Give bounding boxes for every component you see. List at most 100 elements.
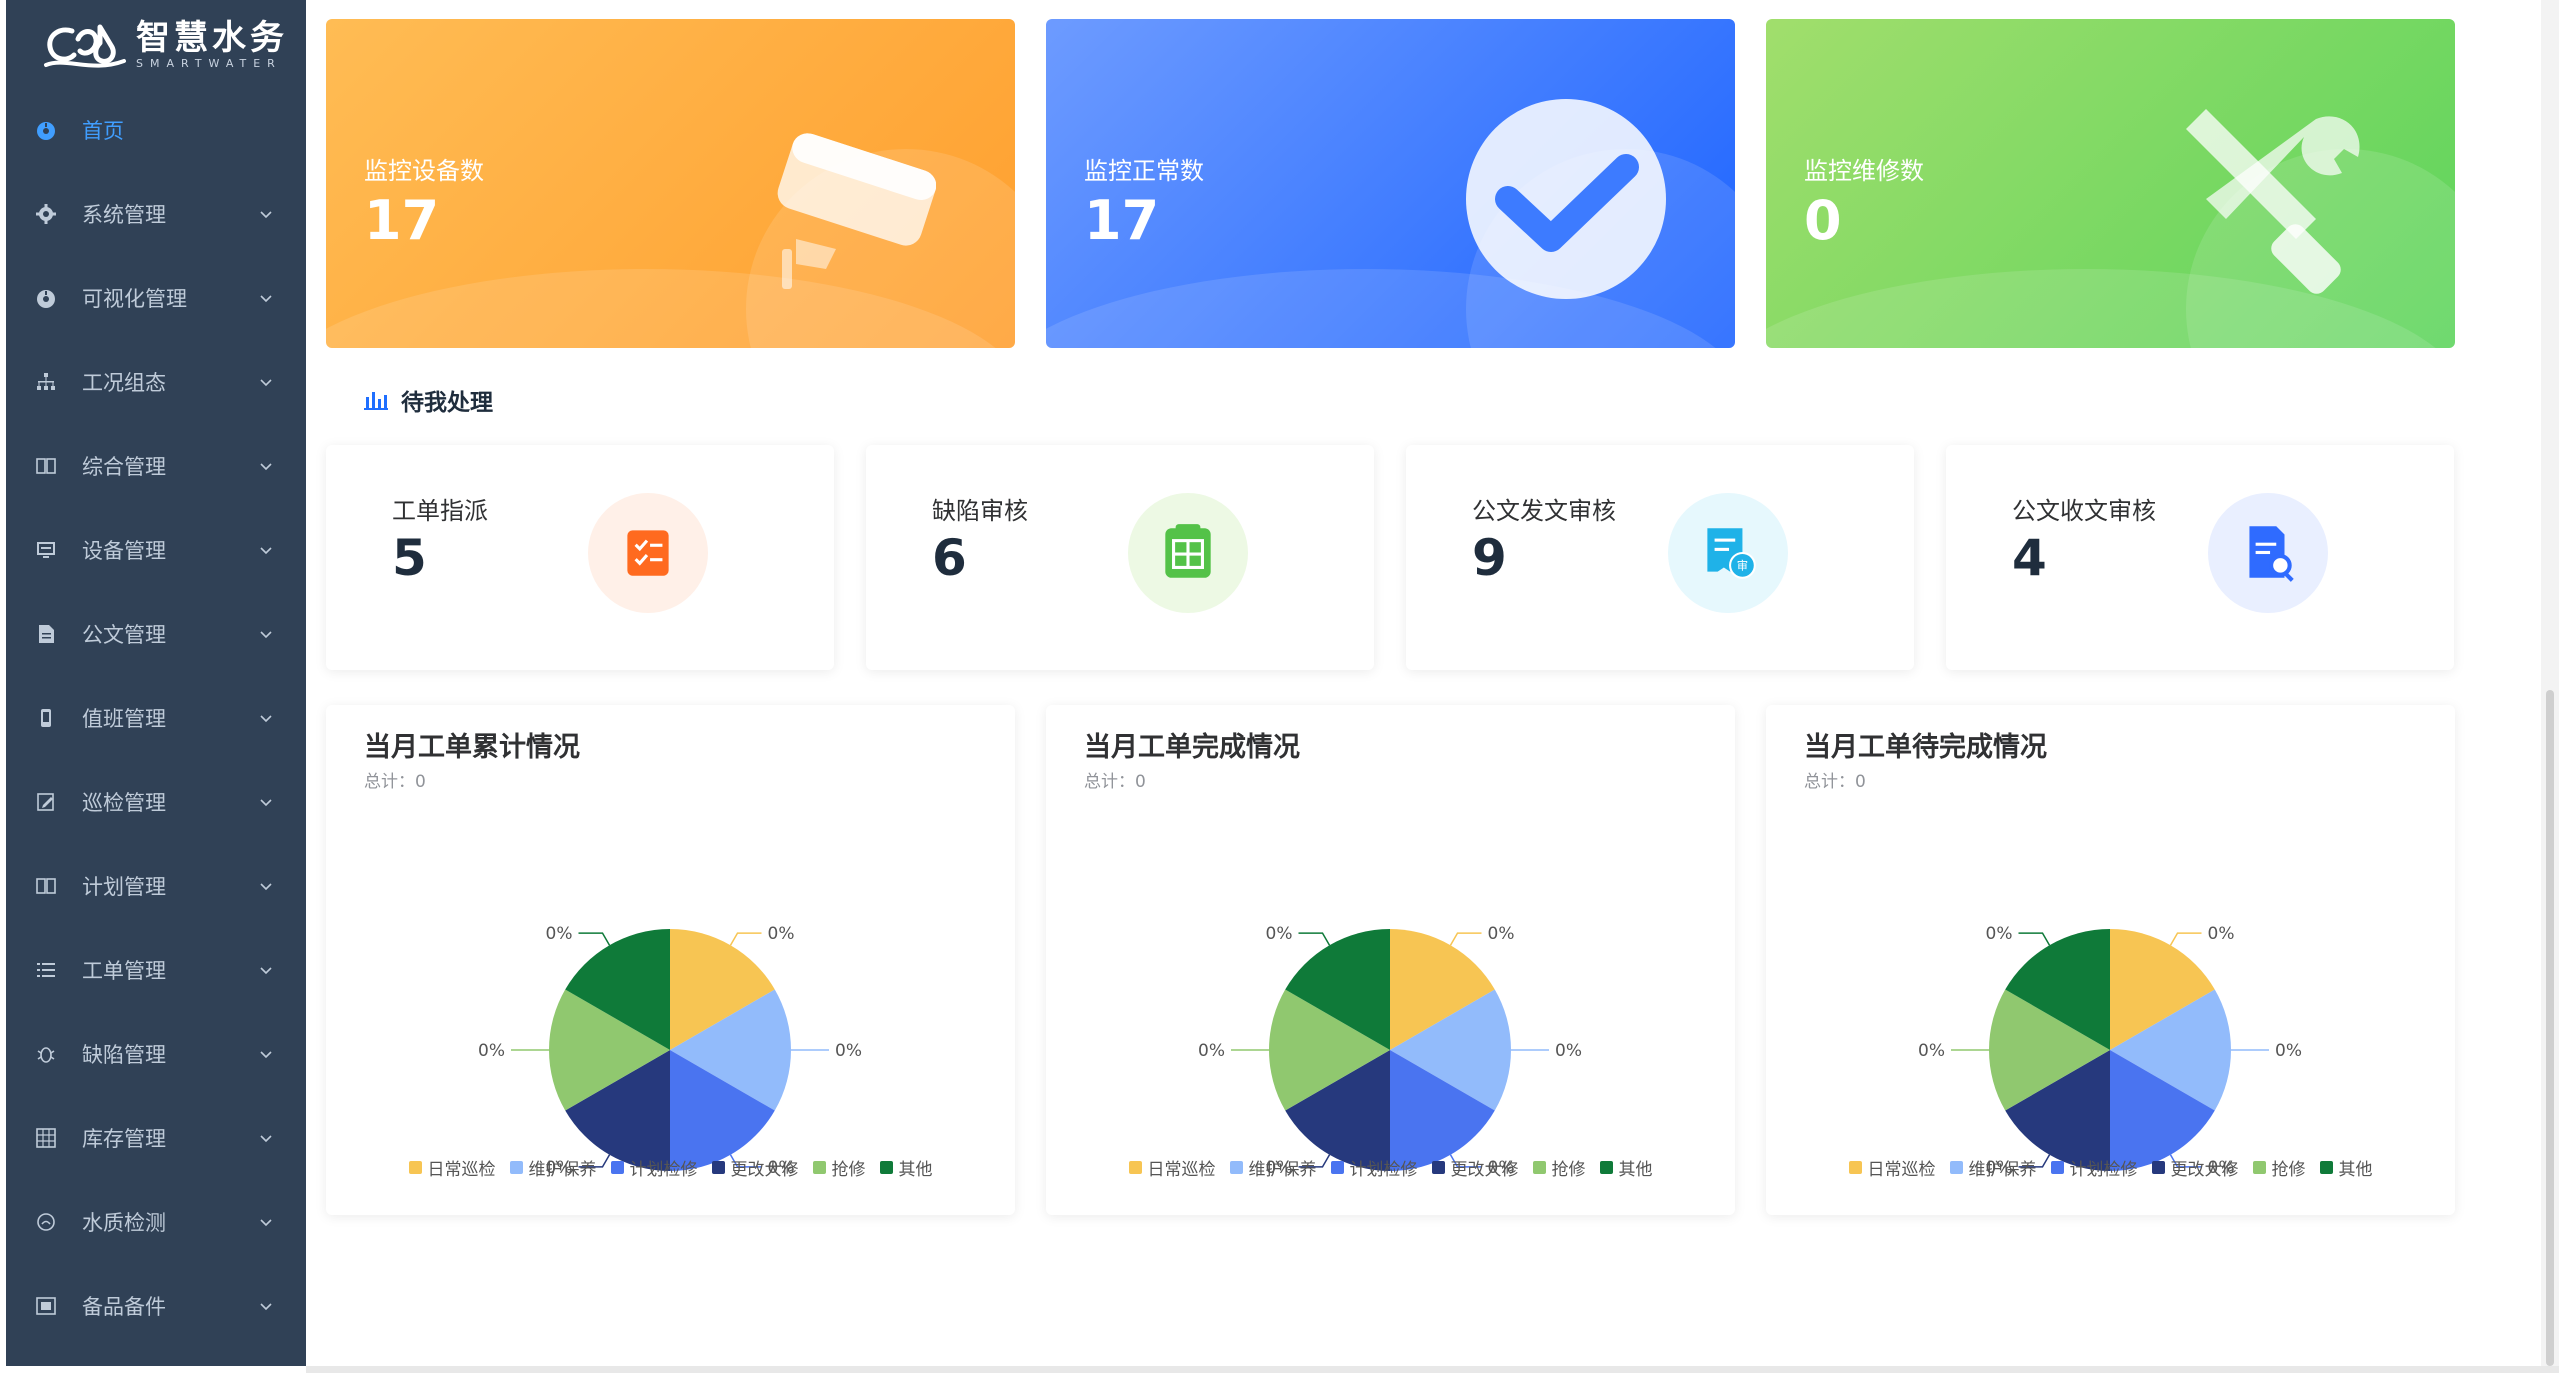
brand-name-en: SMARTWATER <box>136 57 282 70</box>
legend-swatch <box>610 1161 624 1174</box>
legend-item[interactable]: 其他 <box>1599 1155 1653 1180</box>
book-icon <box>34 874 58 898</box>
todo-card-1[interactable]: 缺陷审核 6 <box>866 445 1374 670</box>
legend-item[interactable]: 维护保养 <box>1949 1155 2037 1180</box>
sidebar-item-9[interactable]: 计划管理 <box>6 844 306 928</box>
audit-box-icon <box>1165 524 1211 578</box>
sidebar-item-2[interactable]: 可视化管理 <box>6 256 306 340</box>
legend-swatch <box>2319 1161 2333 1174</box>
legend-item[interactable]: 抢修 <box>2252 1155 2306 1180</box>
grid-icon <box>34 1126 58 1150</box>
sidebar-item-7[interactable]: 值班管理 <box>6 676 306 760</box>
legend-item[interactable]: 抢修 <box>1532 1155 1586 1180</box>
chevron-down-icon <box>260 1303 272 1311</box>
svg-text:审: 审 <box>1737 559 1748 573</box>
legend-item[interactable]: 其他 <box>2319 1155 2373 1180</box>
sidebar-item-8[interactable]: 巡检管理 <box>6 760 306 844</box>
legend-item[interactable]: 日常巡检 <box>1848 1155 1936 1180</box>
todo-card-2[interactable]: 公文发文审核 9 审 <box>1406 445 1914 670</box>
legend-item[interactable]: 抢修 <box>812 1155 866 1180</box>
legend-swatch <box>1330 1161 1344 1174</box>
bar-chart-icon <box>364 392 388 410</box>
stat-card-1[interactable]: 监控正常数 17 <box>1046 19 1735 348</box>
sidebar-item-13[interactable]: 水质检测 <box>6 1180 306 1264</box>
sidebar-item-label: 可视化管理 <box>82 287 187 311</box>
chart-card-2: 当月工单待完成情况 总计：0 0% 0% 0% 0% 0% 0% 日常巡检 维护保养 计划检修 更改大… <box>1766 705 2455 1215</box>
stat-card-2[interactable]: 监控维修数 0 <box>1766 19 2455 348</box>
legend-item[interactable]: 更改大修 <box>711 1155 799 1180</box>
sidebar-item-1[interactable]: 系统管理 <box>6 172 306 256</box>
pie-label-line <box>2169 932 2202 946</box>
scrollbar-thumb[interactable] <box>2546 690 2554 1366</box>
sidebar-menu: 首页 系统管理可视化管理工况组态 综合管理设备管理公文管理值班管理巡检管理计划管理工… <box>6 88 306 1348</box>
todo-label: 缺陷审核 <box>932 497 1028 525</box>
legend-label: 更改大修 <box>1450 1160 1519 1180</box>
sidebar-item-4[interactable]: 综合管理 <box>6 424 306 508</box>
sidebar-item-label: 设备管理 <box>82 539 166 563</box>
pie-slice-label: 0% <box>1986 924 2013 944</box>
pie-slice-label: 0% <box>1488 924 1515 944</box>
pie-label-line <box>578 932 611 946</box>
pie-slice-label: 0% <box>768 924 795 944</box>
sidebar-item-14[interactable]: 备品备件 <box>6 1264 306 1348</box>
legend-swatch <box>812 1161 826 1174</box>
sidebar-item-label: 备品备件 <box>82 1295 166 1319</box>
edit-icon <box>34 790 58 814</box>
main-content: 监控设备数 17 监控正常数 17 监控维修数 0 待我处理 工单指派 5 缺陷审核 6 公文发文… <box>326 0 2526 1366</box>
legend-item[interactable]: 计划检修 <box>610 1155 698 1180</box>
sidebar-item-11[interactable]: 缺陷管理 <box>6 1012 306 1096</box>
pie-slice-label: 0% <box>1198 1041 1225 1061</box>
stat-card-0[interactable]: 监控设备数 17 <box>326 19 1015 348</box>
sidebar-item-label: 公文管理 <box>82 623 166 647</box>
legend-swatch <box>1229 1161 1243 1174</box>
brand-logo[interactable]: 智慧水务 SMARTWATER <box>42 16 288 74</box>
sidebar-item-5[interactable]: 设备管理 <box>6 508 306 592</box>
pie-slice-label: 0% <box>1918 1041 1945 1061</box>
chart-title: 当月工单待完成情况 <box>1804 732 2047 763</box>
todo-count: 4 <box>2012 529 2047 587</box>
chevron-down-icon <box>260 1219 272 1227</box>
todo-card-0[interactable]: 工单指派 5 <box>326 445 834 670</box>
chart-card-0: 当月工单累计情况 总计：0 0% 0% 0% 0% 0% 0% 日常巡检 维护保养 计划检修 更改大修… <box>326 705 1015 1215</box>
legend-item[interactable]: 更改大修 <box>2151 1155 2239 1180</box>
legend-item[interactable]: 其他 <box>879 1155 933 1180</box>
sidebar-item-label: 水质检测 <box>82 1211 166 1235</box>
chart-legend: 日常巡检 维护保养 计划检修 更改大修 抢修 其他 <box>326 1155 1015 1180</box>
sidebar-item-label: 计划管理 <box>82 875 166 899</box>
legend-item[interactable]: 计划检修 <box>2050 1155 2138 1180</box>
legend-label: 维护保养 <box>528 1160 597 1180</box>
tree-icon <box>34 370 58 394</box>
legend-label: 抢修 <box>831 1160 866 1180</box>
legend-item[interactable]: 维护保养 <box>509 1155 597 1180</box>
pie-chart: 0%0%0%0%0%0% <box>1918 924 2302 1178</box>
flask-icon <box>34 1210 58 1234</box>
sidebar-item-0[interactable]: 首页 <box>6 88 306 172</box>
chevron-down-icon <box>260 1135 272 1143</box>
section-title-text: 待我处理 <box>401 390 493 416</box>
legend-item[interactable]: 日常巡检 <box>408 1155 496 1180</box>
stat-label: 监控设备数 <box>364 157 484 185</box>
chart-legend: 日常巡检 维护保养 计划检修 更改大修 抢修 其他 <box>1766 1155 2455 1180</box>
sidebar-item-3[interactable]: 工况组态 <box>6 340 306 424</box>
pie-label-line <box>729 932 762 946</box>
legend-swatch <box>711 1161 725 1174</box>
sidebar-item-label: 巡检管理 <box>82 791 166 815</box>
legend-item[interactable]: 维护保养 <box>1229 1155 1317 1180</box>
legend-item[interactable]: 日常巡检 <box>1128 1155 1216 1180</box>
legend-item[interactable]: 更改大修 <box>1431 1155 1519 1180</box>
pie-chart: 0%0%0%0%0%0% <box>1198 924 1582 1178</box>
sidebar-item-12[interactable]: 库存管理 <box>6 1096 306 1180</box>
sidebar-item-6[interactable]: 公文管理 <box>6 592 306 676</box>
sidebar-item-10[interactable]: 工单管理 <box>6 928 306 1012</box>
todo-icon-badge: 审 <box>1668 493 1788 613</box>
list-icon <box>34 958 58 982</box>
sidebar-item-label: 值班管理 <box>82 707 166 731</box>
legend-item[interactable]: 计划检修 <box>1330 1155 1418 1180</box>
pie-slice-label: 0% <box>1266 924 1293 944</box>
legend-swatch <box>879 1161 893 1174</box>
todo-label: 工单指派 <box>392 497 488 525</box>
chevron-down-icon <box>260 715 272 723</box>
todo-card-3[interactable]: 公文收文审核 4 <box>1946 445 2454 670</box>
pie-slice-label: 0% <box>2208 924 2235 944</box>
legend-label: 其他 <box>898 1160 933 1180</box>
